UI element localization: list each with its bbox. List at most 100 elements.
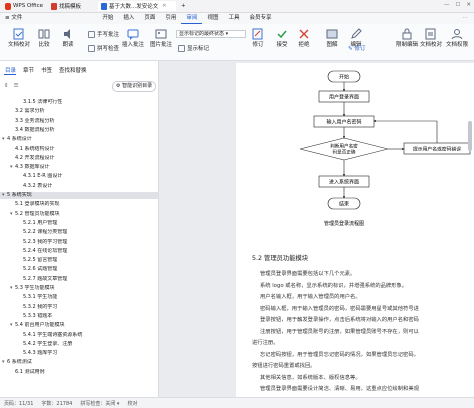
toc-item[interactable]: 5.2.6 试题管理 [0, 266, 158, 273]
menu-view[interactable]: 视图 [202, 13, 223, 24]
tab-chapters[interactable]: 章节 [23, 66, 34, 74]
collapse-icon[interactable]: ☰ [14, 83, 19, 89]
toc-item[interactable]: ▾ 5 系统实现 [0, 192, 158, 199]
word-count[interactable]: 字数：21784 [37, 400, 76, 407]
paragraph-line: 密码输入框，用于输入管理员的密码，密码需要用星号或其他符号进 [260, 305, 419, 312]
accept-button[interactable]: 接受 [276, 28, 288, 48]
toc-item[interactable]: 5.2.7 题故文章管理 [0, 276, 158, 283]
reject-button[interactable]: 拒绝 [298, 28, 310, 48]
menu-page[interactable]: 页面 [139, 13, 160, 24]
smart-toc-button[interactable]: ⚙ 智能识别目录 [112, 81, 157, 92]
page-indicator[interactable]: 页码：11/31 [0, 400, 37, 407]
insert-comment-button[interactable]: 插入批注 [122, 28, 144, 48]
toc-item-label: 5.2 管理员功能模块 [15, 210, 60, 217]
toc-item[interactable]: ▾ 5.4 前台用户功能模块 [0, 322, 158, 329]
toc-item[interactable]: 3.2 需求分析 [0, 108, 158, 115]
toc-item[interactable]: 5.3.3 错题本 [0, 313, 158, 320]
minimize-icon[interactable]: — [444, 2, 450, 8]
toc-item[interactable]: 5.1 登录模块的实现 [0, 201, 158, 208]
flow-enter-node: 进入系统界面 [318, 175, 370, 188]
spell-status[interactable]: 拼写检查：关闭 ▾ [76, 400, 123, 407]
image-comment-button[interactable]: 图片批注 [150, 28, 172, 48]
compare-button[interactable]: 比较 [38, 28, 50, 48]
toc-item[interactable]: ▾ 5.3 学生功能模块 [0, 285, 158, 292]
app-tab[interactable]: WPS Office [2, 1, 46, 11]
tab-template[interactable]: 找稿模板 [48, 1, 96, 11]
toc-item[interactable]: 5.2.2 课程分类管理 [0, 229, 158, 236]
flow-error-node: 提示用户名或密码错误 [403, 142, 471, 155]
diagram-button[interactable]: 图解 [326, 28, 338, 48]
close-tab-icon[interactable]: ✕ [162, 3, 166, 9]
track-changes-icon [252, 28, 263, 40]
tab-document[interactable]: 基于大数...发安论文 ✕ [98, 1, 176, 11]
menu-references[interactable]: 引用 [160, 13, 181, 24]
image-comment-icon [155, 29, 167, 39]
vertical-scrollbar[interactable] [466, 61, 474, 397]
window-controls: — ☐ ✕ [444, 2, 471, 8]
toc-item[interactable]: ▾ 5.2 管理员功能模块 [0, 210, 158, 218]
doc-proof-button[interactable]: 文档校对 [8, 28, 30, 48]
toc-item[interactable]: 3.4 数据流程分析 [0, 127, 158, 134]
proof-status[interactable]: 校对 [123, 400, 141, 407]
menu-file[interactable]: ≡ 文件 [0, 13, 27, 24]
restrict-edit-button[interactable]: 限制编辑 [396, 28, 418, 48]
flow-input-node: 输入用户名密码 [313, 115, 375, 128]
show-markup-button[interactable]: 显示标记 [178, 44, 209, 52]
markup-icon [178, 44, 185, 52]
track-changes-button[interactable]: 修订 [252, 28, 264, 48]
svg-text:判断用户名密: 判断用户名密 [330, 143, 358, 150]
doc-proof-button-2[interactable]: 文档校对 [420, 28, 442, 48]
pen-button[interactable]: ✎ 修订 [348, 44, 365, 52]
toc-item[interactable]: 5.4.1 学生端诗塞资源系统 [0, 332, 158, 339]
spell-check-button[interactable]: 拼写检查 [88, 44, 119, 52]
toc-item[interactable]: 5.4.3 题库学习 [0, 350, 158, 357]
tab-find-replace[interactable]: 查找和替换 [59, 66, 87, 74]
tab-bookmarks[interactable]: 书签 [41, 66, 52, 74]
more-icon[interactable]: ⋯ [463, 15, 469, 21]
toc-list: 3.1.5 法律可行性 3.2 需求分析 3.3 业务流程分析 3.4 数据流程分析 ▾… [0, 99, 158, 397]
toc-item[interactable]: ▾ 4.3 数据库设计 [0, 164, 158, 171]
toc-item-label: 5.4.3 题库学习 [23, 350, 58, 357]
expand-icon[interactable]: ⇕ [4, 83, 9, 89]
read-aloud-button[interactable]: 朗读 [62, 28, 74, 48]
toc-item[interactable]: 5.3.1 学生功能 [0, 294, 158, 301]
doc-permission-button[interactable]: 文档权限 [446, 28, 468, 48]
svg-text:码是否正确: 码是否正确 [333, 149, 356, 156]
toc-item[interactable]: ▾ 4 系统设计 [0, 136, 158, 143]
menu-tools[interactable]: 工具 [223, 13, 244, 24]
toc-item-label: 4.3 数据库设计 [15, 164, 50, 171]
menu-insert[interactable]: 插入 [118, 13, 139, 24]
toc-item[interactable]: ▾ 6 系统测试 [0, 359, 158, 366]
menu-vip[interactable]: 会员专享 [244, 13, 276, 24]
menu-home[interactable]: 开始 [97, 13, 118, 24]
toc-item[interactable]: 4.2 开发流程设计 [0, 155, 158, 162]
toc-item[interactable]: 4.3.1 E-R 图设计 [0, 173, 158, 180]
toc-item[interactable]: 3.3 业务流程分析 [0, 118, 158, 125]
paragraph-line: 用户名输入框，用于输入管理员的用户名。 [260, 294, 361, 300]
handwrite-button[interactable]: 手写批注 [88, 30, 119, 38]
markup-view-select[interactable]: 显示标记的最终状态 ▾ [176, 30, 246, 38]
template-icon [51, 2, 57, 10]
tab-toc[interactable]: 目录 [5, 66, 16, 74]
toc-item[interactable]: 5.2.4 在线论坛管理 [0, 248, 158, 255]
toc-item[interactable]: 5.3.2 我的学习 [0, 304, 158, 311]
toc-item[interactable]: 5.2.3 我的学习管理 [0, 238, 158, 246]
toc-item[interactable]: 5.4.2 学生登录、注册 [0, 341, 158, 348]
toc-item-label: 5.2.3 我的学习管理 [23, 238, 68, 245]
close-window-icon[interactable]: ✕ [466, 2, 471, 8]
menu-review[interactable]: 审阅 [181, 13, 203, 24]
toc-item-label: 5.2.5 留言管理 [23, 257, 58, 264]
toc-item[interactable]: 6.1 测试用例 [0, 369, 158, 376]
menu-bar: ≡ 文件 开始 插入 页面 引用 审阅 视图 工具 会员专享 ⋯ [0, 13, 474, 24]
toc-item-label: 4 系统设计 [7, 136, 32, 143]
scroll-thumb[interactable] [468, 121, 472, 151]
toc-item[interactable]: 5.2.5 留言管理 [0, 257, 158, 264]
new-tab-button[interactable]: + [178, 1, 188, 11]
toc-item[interactable]: 5.2.1 用户管理 [0, 220, 158, 227]
maximize-icon[interactable]: ☐ [455, 2, 460, 8]
toc-item[interactable]: 3.1.5 法律可行性 [0, 99, 158, 106]
toc-item[interactable]: 4.3.2 表设计 [0, 183, 158, 190]
toc-item-label: 3.2 需求分析 [15, 108, 45, 115]
login-flowchart: 开始 用户登录界面 输入用户名密码 判断用户名密 码是否正确 提示用户名或密码错… [299, 70, 471, 227]
toc-item[interactable]: 4.1 系统结构设计 [0, 146, 158, 153]
